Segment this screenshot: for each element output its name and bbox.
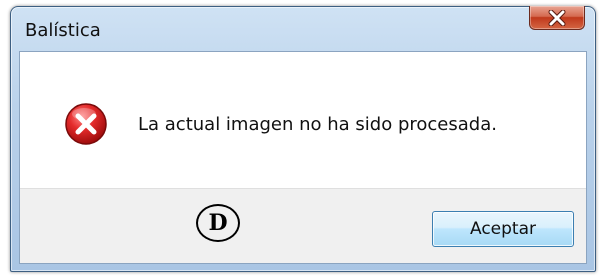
title-bar[interactable]: Balística [11, 6, 595, 51]
close-button[interactable] [529, 6, 585, 30]
close-x-icon [548, 9, 566, 26]
accept-button[interactable]: Aceptar [432, 211, 574, 247]
annotation-marker-d: D [196, 204, 240, 242]
window-title: Balística [25, 20, 101, 41]
message-area: La actual imagen no ha sido procesada. [20, 52, 586, 190]
dialog-client-area: La actual imagen no ha sido procesada. D… [19, 51, 587, 264]
button-bar: D Aceptar [20, 188, 586, 263]
error-message: La actual imagen no ha sido procesada. [138, 114, 497, 135]
error-icon [65, 103, 107, 145]
dialog-window: Balística La actual imagen no ha sido pr… [10, 6, 596, 272]
